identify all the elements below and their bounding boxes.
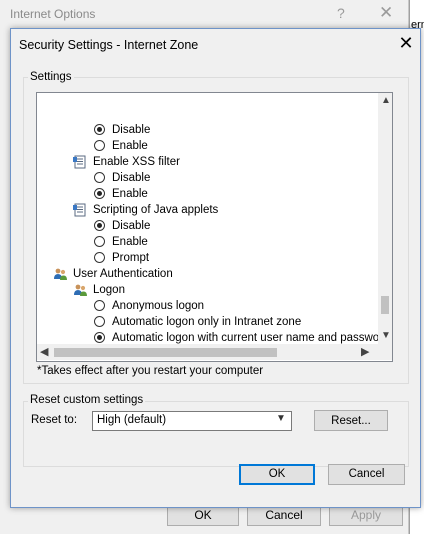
category-label: Scripting of Java applets xyxy=(93,204,219,216)
reset-level-dropdown[interactable]: High (default) ▼ xyxy=(92,411,292,431)
internet-options-title: Internet Options xyxy=(10,7,96,21)
radio-unchecked-icon[interactable] xyxy=(94,236,105,247)
close-icon[interactable]: ✕ xyxy=(397,34,415,52)
close-icon[interactable]: ✕ xyxy=(379,3,393,23)
help-icon[interactable]: ? xyxy=(337,5,345,21)
option-label: Prompt xyxy=(112,252,150,264)
radio-checked-icon[interactable] xyxy=(94,124,105,135)
settings-tree-rows: Disable Enable Enable XSS filter Disable Ena… xyxy=(37,93,389,360)
option-label: Enable xyxy=(112,236,148,248)
scrollbar-corner xyxy=(378,344,392,360)
horizontal-scroll-thumb[interactable] xyxy=(54,348,277,357)
scroll-down-icon[interactable]: ▼ xyxy=(381,330,391,341)
reset-to-label: Reset to: xyxy=(31,414,78,426)
radio-checked-icon[interactable] xyxy=(94,220,105,231)
dialog-title: Security Settings - Internet Zone xyxy=(19,38,199,52)
scroll-right-icon[interactable]: ▶ xyxy=(361,345,369,358)
restart-note: *Takes effect after you restart your com… xyxy=(37,365,264,377)
radio-unchecked-icon[interactable] xyxy=(94,252,105,263)
category-label: Enable XSS filter xyxy=(93,156,180,168)
radio-unchecked-icon[interactable] xyxy=(94,140,105,151)
reset-group-label: Reset custom settings xyxy=(28,394,146,406)
radio-unchecked-icon[interactable] xyxy=(94,300,105,311)
scroll-up-icon[interactable]: ▲ xyxy=(381,95,391,106)
category-label: Logon xyxy=(93,284,125,296)
option-label: Enable xyxy=(112,140,148,152)
ok-button[interactable]: OK xyxy=(239,464,315,485)
settings-tree[interactable]: Disable Enable Enable XSS filter Disable Ena… xyxy=(36,92,393,362)
option-label: Disable xyxy=(112,172,151,184)
reset-button[interactable]: Reset... xyxy=(314,410,388,431)
chevron-down-icon[interactable]: ▼ xyxy=(276,413,286,424)
category-label: User Authentication xyxy=(73,268,173,280)
security-settings-dialog: Security Settings - Internet Zone ✕ Sett… xyxy=(10,28,421,508)
radio-unchecked-icon[interactable] xyxy=(94,316,105,327)
radio-unchecked-icon[interactable] xyxy=(94,172,105,183)
scroll-left-icon[interactable]: ◀ xyxy=(40,345,48,358)
reset-level-value: High (default) xyxy=(97,414,167,426)
settings-page-icon xyxy=(73,155,87,169)
cancel-button[interactable]: Cancel xyxy=(328,464,405,485)
settings-group-label: Settings xyxy=(28,71,74,83)
radio-checked-icon[interactable] xyxy=(94,188,105,199)
option-label: Enable xyxy=(112,188,148,200)
users-icon xyxy=(73,283,87,297)
vertical-scroll-thumb[interactable] xyxy=(381,296,389,314)
horizontal-scrollbar[interactable]: ◀ ▶ xyxy=(37,344,378,360)
settings-page-icon xyxy=(73,203,87,217)
users-icon xyxy=(53,267,67,281)
radio-checked-icon[interactable] xyxy=(94,332,105,343)
option-label: Disable xyxy=(112,124,151,136)
vertical-scrollbar[interactable]: ▲ ▼ xyxy=(378,93,392,344)
option-label: Anonymous logon xyxy=(112,300,205,312)
option-label: Disable xyxy=(112,220,151,232)
option-label: Automatic logon only in Intranet zone xyxy=(112,316,302,328)
